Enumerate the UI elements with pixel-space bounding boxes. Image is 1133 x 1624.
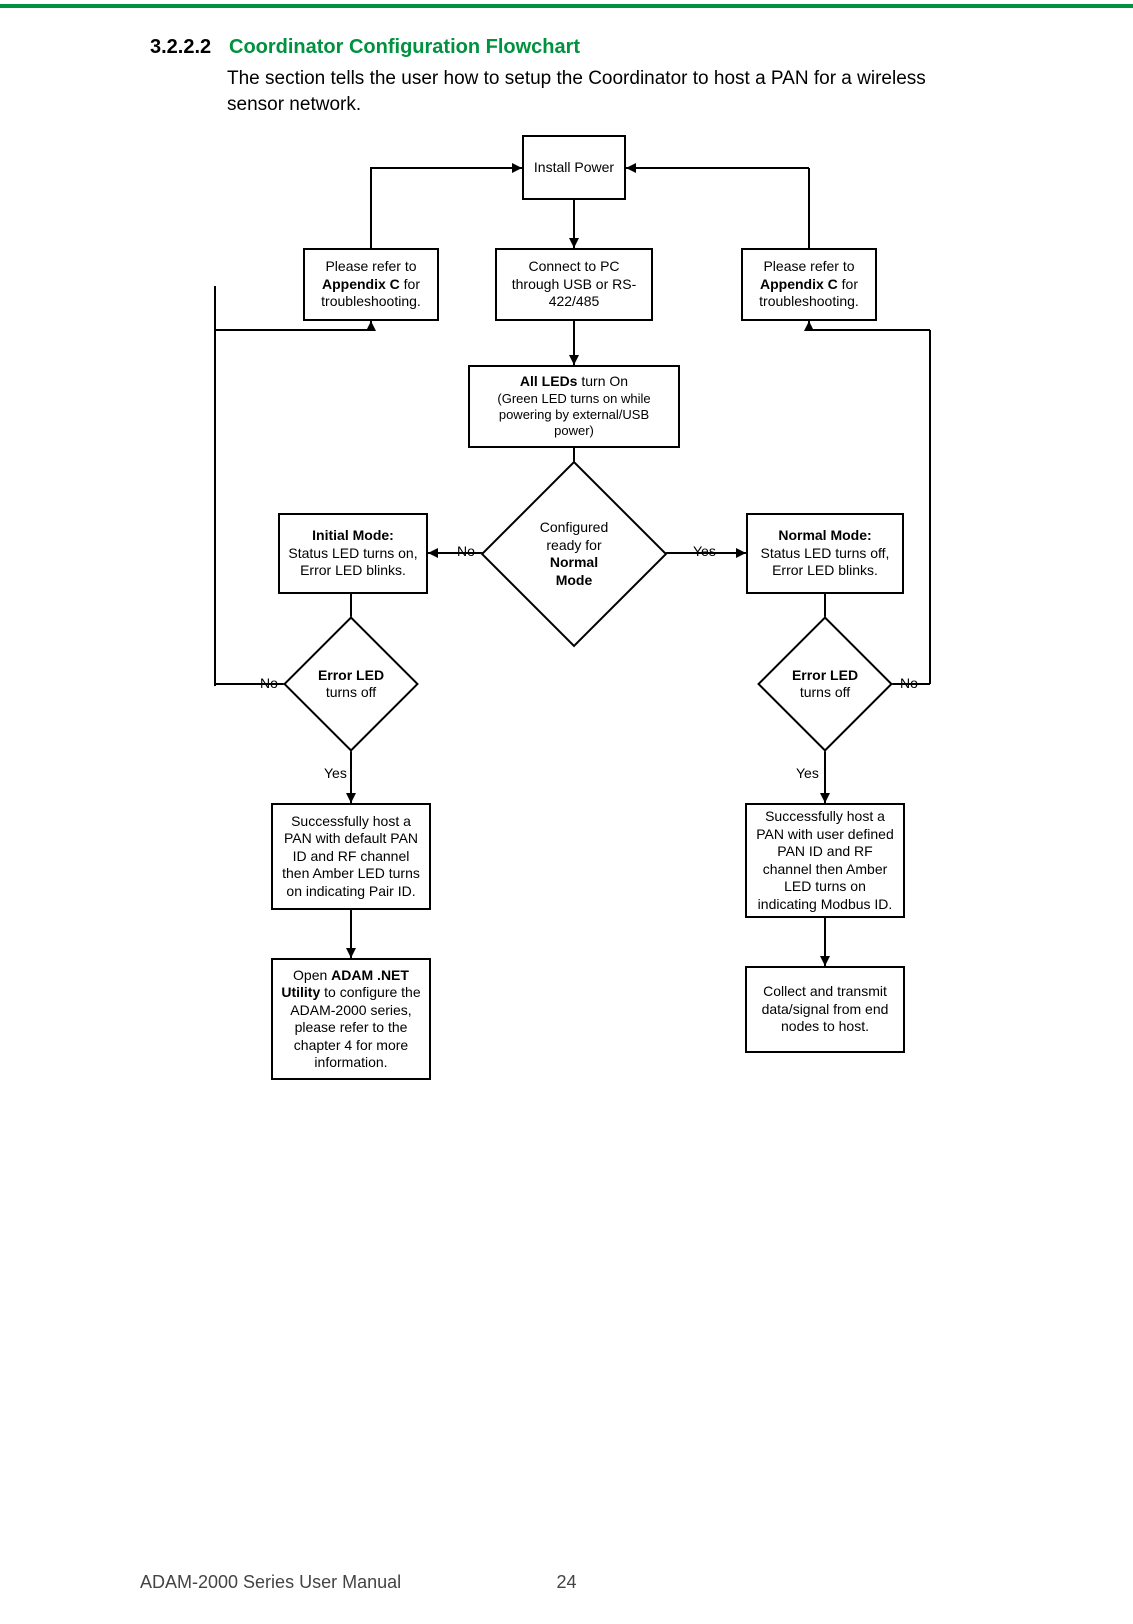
plain-text: Configured ready for <box>530 519 618 554</box>
decision-error-right: Error LED turns off <box>777 636 873 732</box>
bold-text: Initial Mode: <box>312 527 394 545</box>
decision-label: Configured ready for Normal Mode <box>508 488 640 620</box>
bold-text: Appendix C <box>760 276 838 292</box>
decision-label: Error LED turns off <box>303 636 399 732</box>
node-refer-left: Please refer to Appendix C for troublesh… <box>303 248 439 321</box>
section-number: 3.2.2.2 <box>150 36 211 59</box>
node-label: Open ADAM .NET Utility to configure the … <box>281 967 421 1072</box>
node-connect: Connect to PC through USB or RS-422/485 <box>495 248 653 321</box>
bold-text: Error LED <box>318 667 384 683</box>
node-label: Successfully host a PAN with user define… <box>755 808 895 913</box>
bold-text: Normal Mode <box>530 554 618 589</box>
node-pan-default: Successfully host a PAN with default PAN… <box>271 803 431 910</box>
bold-text: Error LED <box>792 667 858 683</box>
edge-label-yes: Yes <box>796 765 819 781</box>
plain-text: turns off <box>800 684 850 700</box>
header-rule <box>0 4 1133 8</box>
edge-label-yes: Yes <box>693 543 716 559</box>
plain-text: turns off <box>326 684 376 700</box>
node-label: Please refer to Appendix C for troublesh… <box>751 258 867 311</box>
plain-text: Status LED turns on, Error LED blinks. <box>288 545 418 580</box>
node-label: Successfully host a PAN with default PAN… <box>281 813 421 901</box>
node-sublabel: (Green LED turns on while powering by ex… <box>478 391 670 440</box>
node-open-utility: Open ADAM .NET Utility to configure the … <box>271 958 431 1080</box>
node-pan-user: Successfully host a PAN with user define… <box>745 803 905 918</box>
node-initial-mode: Initial Mode: Status LED turns on, Error… <box>278 513 428 594</box>
decision-configured: Configured ready for Normal Mode <box>508 488 640 620</box>
decision-label: Error LED turns off <box>777 636 873 732</box>
node-label: All LEDs turn On <box>520 373 628 391</box>
bold-text: Appendix C <box>322 276 400 292</box>
node-all-leds: All LEDs turn On (Green LED turns on whi… <box>468 365 680 448</box>
node-label: Install Power <box>534 159 614 177</box>
edge-label-no: No <box>900 675 918 691</box>
plain-text: Please refer to <box>325 258 416 274</box>
edge-label-no: No <box>457 543 475 559</box>
bold-text: Normal Mode: <box>778 527 871 545</box>
node-refer-right: Please refer to Appendix C for troublesh… <box>741 248 877 321</box>
node-install-power: Install Power <box>522 135 626 200</box>
plain-text: Please refer to <box>763 258 854 274</box>
node-label: Connect to PC through USB or RS-422/485 <box>505 258 643 311</box>
plain-text: turn On <box>577 373 628 389</box>
plain-text: Status LED turns off, Error LED blinks. <box>756 545 894 580</box>
section-title: Coordinator Configuration Flowchart <box>229 36 580 59</box>
decision-error-left: Error LED turns off <box>303 636 399 732</box>
plain-text: Open <box>293 967 331 983</box>
node-collect: Collect and transmit data/signal from en… <box>745 966 905 1053</box>
bold-text: All LEDs <box>520 373 578 389</box>
intro-text: The section tells the user how to setup … <box>227 66 947 117</box>
edge-label-yes: Yes <box>324 765 347 781</box>
node-label: Collect and transmit data/signal from en… <box>755 983 895 1036</box>
edge-label-no: No <box>260 675 278 691</box>
footer-page-number: 24 <box>0 1572 1133 1593</box>
node-label: Please refer to Appendix C for troublesh… <box>313 258 429 311</box>
node-normal-mode: Normal Mode: Status LED turns off, Error… <box>746 513 904 594</box>
